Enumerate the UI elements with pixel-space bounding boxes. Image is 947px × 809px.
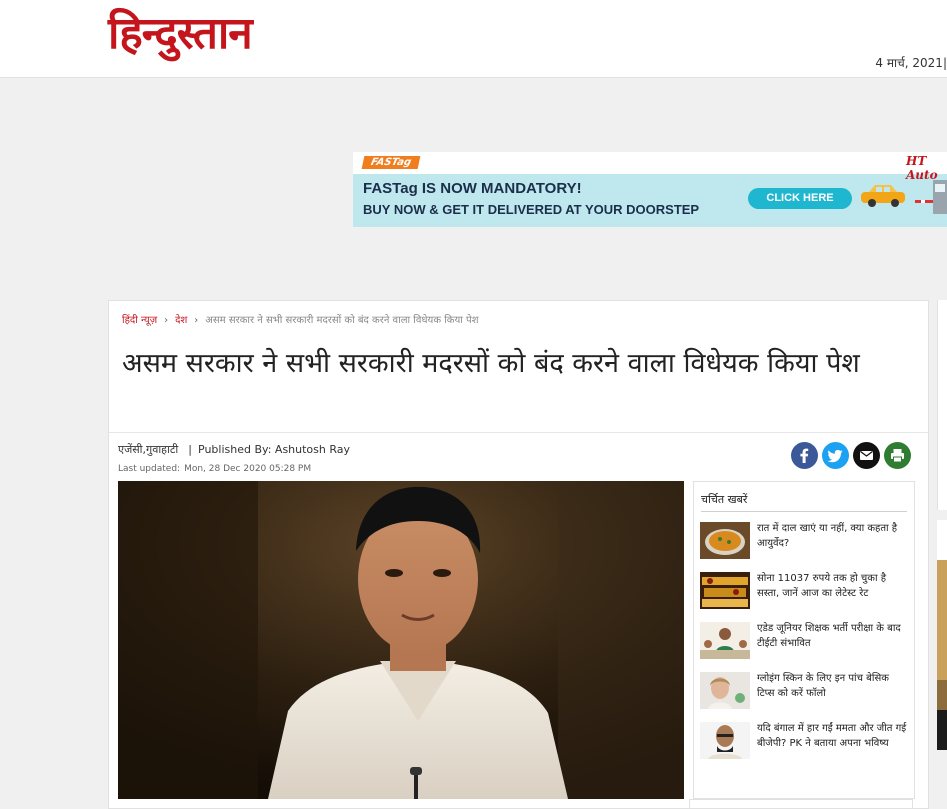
- breadcrumb-current: असम सरकार ने सभी सरकारी मदरसों को बंद कर…: [205, 315, 479, 326]
- trending-text: एडेड जूनियर शिक्षक भर्ती परीक्षा के बाद …: [757, 623, 901, 649]
- trending-item[interactable]: यदि बंगाल में हार गईं ममता और जीत गई बीज…: [700, 722, 910, 762]
- article-source: एजेंसी,गुवाहाटी: [118, 443, 179, 456]
- article-card: हिंदी न्यूज़ › देश › असम सरकार ने सभी सरकारी…: [108, 300, 929, 809]
- breadcrumb: हिंदी न्यूज़ › देश › असम सरकार ने सभी सरकारी…: [122, 312, 479, 326]
- article-author: Published By: Ashutosh Ray: [198, 443, 351, 456]
- twitter-share-button[interactable]: [822, 442, 849, 469]
- trending-item[interactable]: एडेड जूनियर शिक्षक भर्ती परीक्षा के बाद …: [700, 622, 910, 662]
- divider: [109, 432, 928, 433]
- car-icon: [861, 185, 905, 207]
- twitter-icon: [827, 449, 843, 463]
- toll-booth-icon: [915, 180, 947, 214]
- article-byline: एजेंसी,गुवाहाटी | Published By: Ashutosh R…: [118, 443, 351, 456]
- trending-news-panel: चर्चित खबरें रात में दाल खाएं या नहीं, क…: [693, 481, 915, 799]
- email-icon: [860, 451, 873, 460]
- trending-text: ग्लोइंग स्किन के लिए इन पांच बेसिक टिप्स…: [757, 673, 889, 699]
- breadcrumb-separator: ›: [194, 315, 199, 326]
- secondary-card-edge: [689, 799, 913, 809]
- trending-text: रात में दाल खाएं या नहीं, क्या कहता है आ…: [757, 523, 898, 549]
- email-share-button[interactable]: [853, 442, 880, 469]
- trending-item[interactable]: रात में दाल खाएं या नहीं, क्या कहता है आ…: [700, 522, 910, 562]
- print-icon: [891, 449, 904, 463]
- trending-item[interactable]: ग्लोइंग स्किन के लिए इन पांच बेसिक टिप्स…: [700, 672, 910, 712]
- site-header: हिन्दुस्तान 4 मार्च, 2021|: [0, 0, 947, 78]
- facebook-icon: [800, 448, 809, 463]
- ad-brand-logo: FASTag: [361, 156, 421, 169]
- site-logo[interactable]: हिन्दुस्तान: [108, 4, 253, 64]
- glowing-skin-image: [700, 672, 750, 709]
- trending-text: सोना 11037 रुपये तक हो चुका है सस्ता, जा…: [757, 573, 887, 599]
- divider: [701, 511, 907, 512]
- breadcrumb-item-desh[interactable]: देश: [175, 315, 187, 326]
- trending-thumbnail: [700, 522, 750, 559]
- prashant-kishor-image: [700, 722, 750, 759]
- fastag-ad-banner[interactable]: FASTag HT Auto FASTag IS NOW MANDATORY! …: [353, 152, 947, 227]
- sidebar-image: [937, 520, 947, 750]
- trending-text: यदि बंगाल में हार गईं ममता और जीत गई बीज…: [757, 723, 907, 749]
- trending-thumbnail: [700, 572, 750, 609]
- trending-thumbnail: [700, 622, 750, 659]
- last-updated: Last updated: Mon, 28 Dec 2020 05:28 PM: [118, 464, 311, 474]
- gold-jewellery-image: [700, 572, 750, 609]
- breadcrumb-item-home[interactable]: हिंदी न्यूज़: [122, 315, 157, 326]
- right-sidebar-edge: [937, 300, 947, 510]
- students-exam-image: [700, 622, 750, 659]
- trending-thumbnail: [700, 722, 750, 759]
- trending-item[interactable]: सोना 11037 रुपये तक हो चुका है सस्ता, जा…: [700, 572, 910, 612]
- trending-heading: चर्चित खबरें: [701, 493, 748, 506]
- ad-top-strip: [353, 152, 947, 174]
- last-updated-label: Last updated:: [118, 464, 181, 474]
- article-title: असम सरकार ने सभी सरकारी मदरसों को बंद कर…: [122, 348, 860, 379]
- facebook-share-button[interactable]: [791, 442, 818, 469]
- ad-subline: BUY NOW & GET IT DELIVERED AT YOUR DOORS…: [363, 202, 700, 217]
- dal-bowl-image: [700, 522, 750, 559]
- last-updated-value: Mon, 28 Dec 2020 05:28 PM: [184, 464, 312, 474]
- article-photo: [118, 481, 684, 799]
- ad-click-here-button[interactable]: CLICK HERE: [748, 188, 852, 209]
- breadcrumb-separator: ›: [164, 315, 169, 326]
- print-button[interactable]: [884, 442, 911, 469]
- ad-headline: FASTag IS NOW MANDATORY!: [363, 180, 582, 197]
- right-sidebar-image-edge: [937, 520, 947, 750]
- current-date: 4 मार्च, 2021|: [875, 56, 947, 70]
- trending-thumbnail: [700, 672, 750, 709]
- photo-illustration: [118, 481, 684, 799]
